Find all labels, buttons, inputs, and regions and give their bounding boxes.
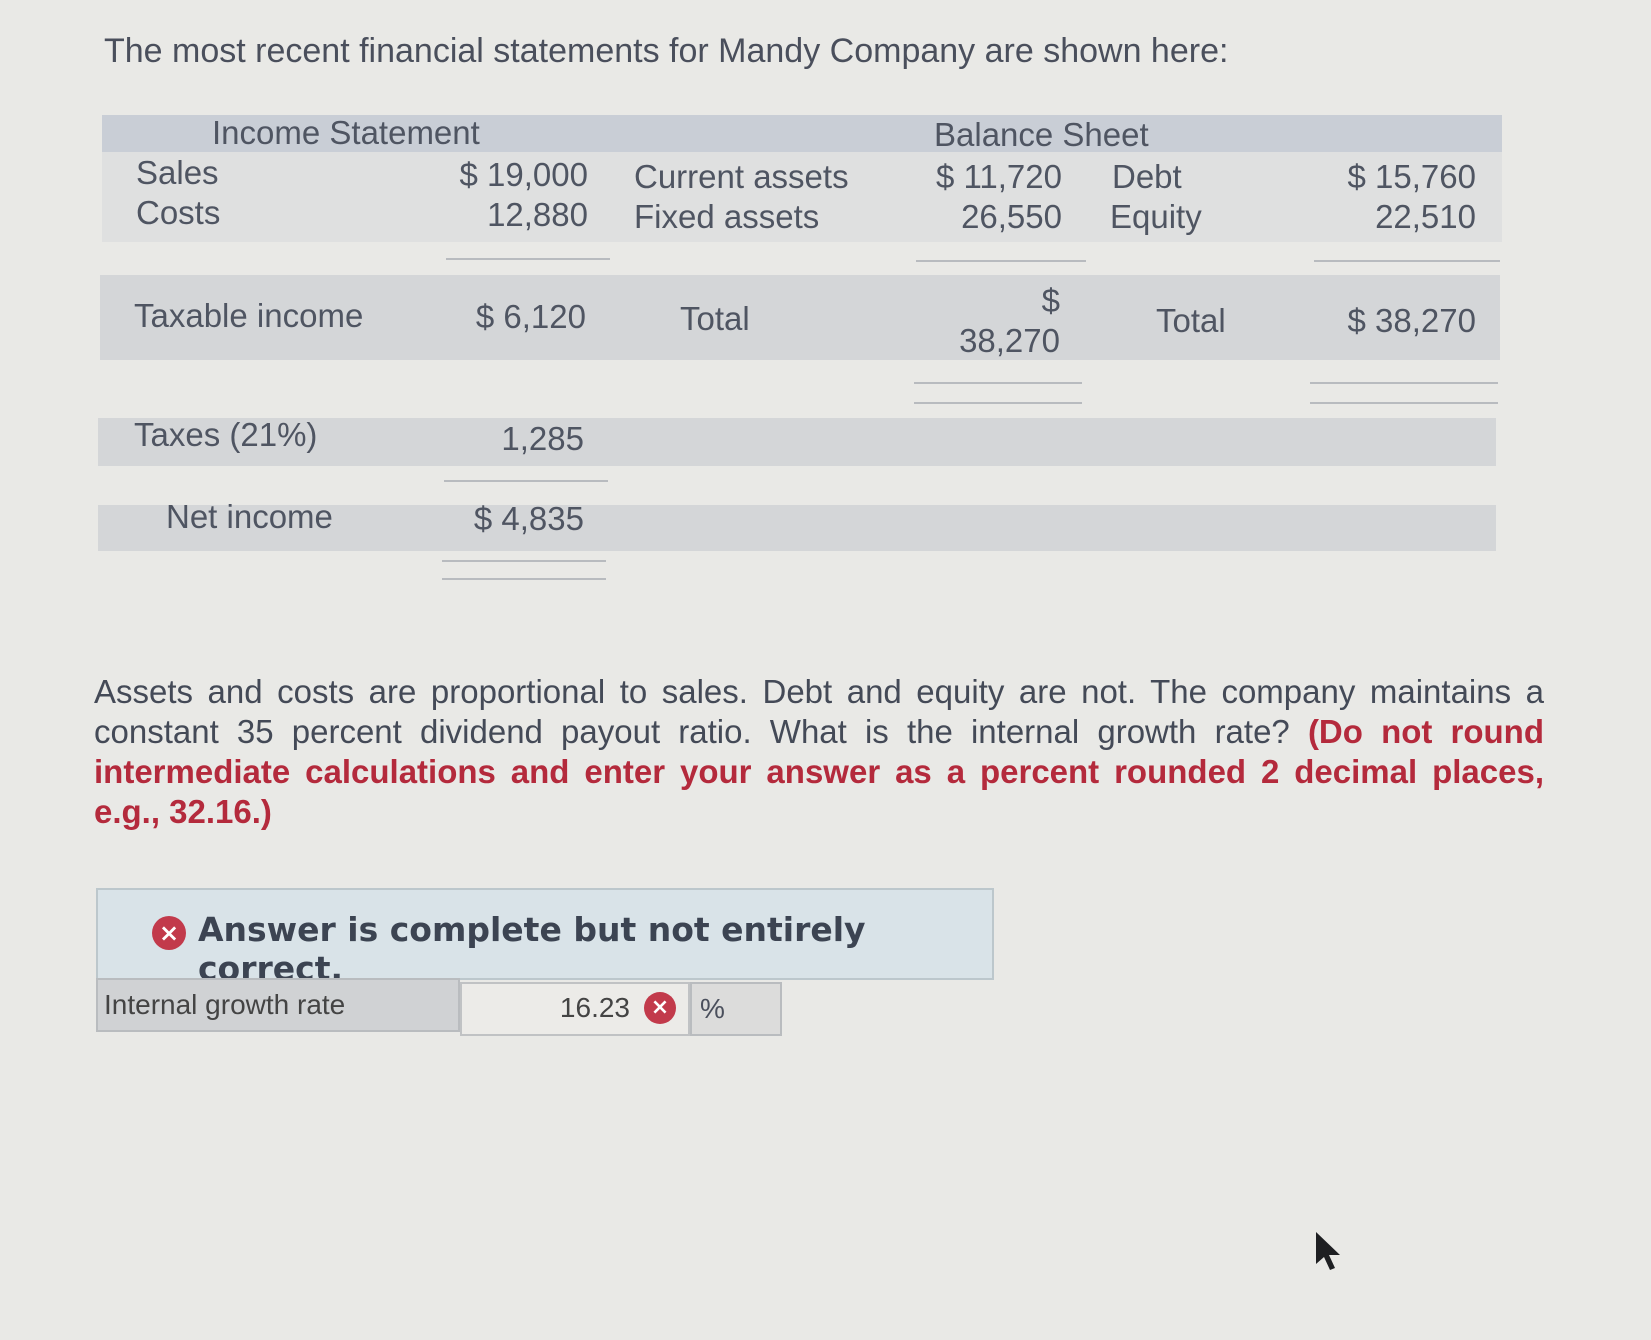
is-value-taxes: 1,285 — [501, 420, 584, 457]
bs-value-current-assets: $ 11,720 — [935, 158, 1062, 195]
double-underline — [442, 578, 606, 580]
bs-label-debt: Debt — [1112, 158, 1182, 195]
answer-value: 16.23 — [559, 992, 630, 1023]
bs-value-assets-total: 38,270 — [959, 322, 1060, 359]
mouse-cursor-icon — [1316, 1232, 1340, 1270]
bs-label-assets-total: Total — [680, 300, 750, 337]
bs-label-equity: Equity — [1110, 198, 1202, 235]
bs-label-current-assets: Current assets — [634, 158, 849, 195]
is-value-taxable-income: $ 6,120 — [475, 298, 586, 335]
is-label-sales: Sales — [136, 154, 219, 191]
bs-value-equity: 22,510 — [1375, 198, 1476, 235]
bs-assets-total-currency: $ — [1041, 282, 1060, 319]
bs-label-liabilities-total: Total — [1156, 302, 1226, 339]
balance-sheet-title: Balance Sheet — [934, 116, 1149, 153]
bs-value-fixed-assets: 26,550 — [961, 198, 1062, 235]
bs-value-liabilities-total: $ 38,270 — [1347, 302, 1476, 339]
bs-value-debt: $ 15,760 — [1347, 158, 1476, 195]
bs-label-fixed-assets: Fixed assets — [634, 198, 820, 235]
underline — [1314, 260, 1500, 262]
double-underline — [1310, 382, 1498, 384]
underline — [444, 480, 608, 482]
intro-text: The most recent financial statements for… — [104, 32, 1229, 70]
answer-unit: % — [690, 982, 782, 1036]
answer-label: Internal growth rate — [96, 978, 460, 1032]
x-circle-icon: × — [152, 916, 186, 950]
income-statement-title: Income Statement — [212, 114, 480, 151]
double-underline — [442, 560, 606, 562]
is-value-costs: 12,880 — [487, 196, 588, 233]
is-value-net-income: $ 4,835 — [473, 500, 584, 537]
incorrect-x-icon: × — [644, 992, 676, 1024]
double-underline — [1310, 402, 1498, 404]
is-label-taxable-income: Taxable income — [134, 297, 364, 334]
is-label-costs: Costs — [136, 194, 221, 231]
question-text: Assets and costs are proportional to sal… — [94, 672, 1544, 832]
feedback-banner: × Answer is complete but not entirely co… — [96, 888, 994, 988]
double-underline — [914, 402, 1082, 404]
internal-growth-rate-input[interactable]: 16.23 × — [460, 982, 690, 1036]
is-label-net-income: Net income — [166, 498, 333, 535]
underline — [916, 260, 1086, 262]
is-value-sales: $ 19,000 — [459, 156, 588, 193]
feedback-message: Answer is complete but not entirely corr… — [198, 910, 866, 988]
double-underline — [914, 382, 1082, 384]
underline — [446, 258, 610, 260]
is-label-taxes: Taxes (21%) — [134, 416, 318, 453]
